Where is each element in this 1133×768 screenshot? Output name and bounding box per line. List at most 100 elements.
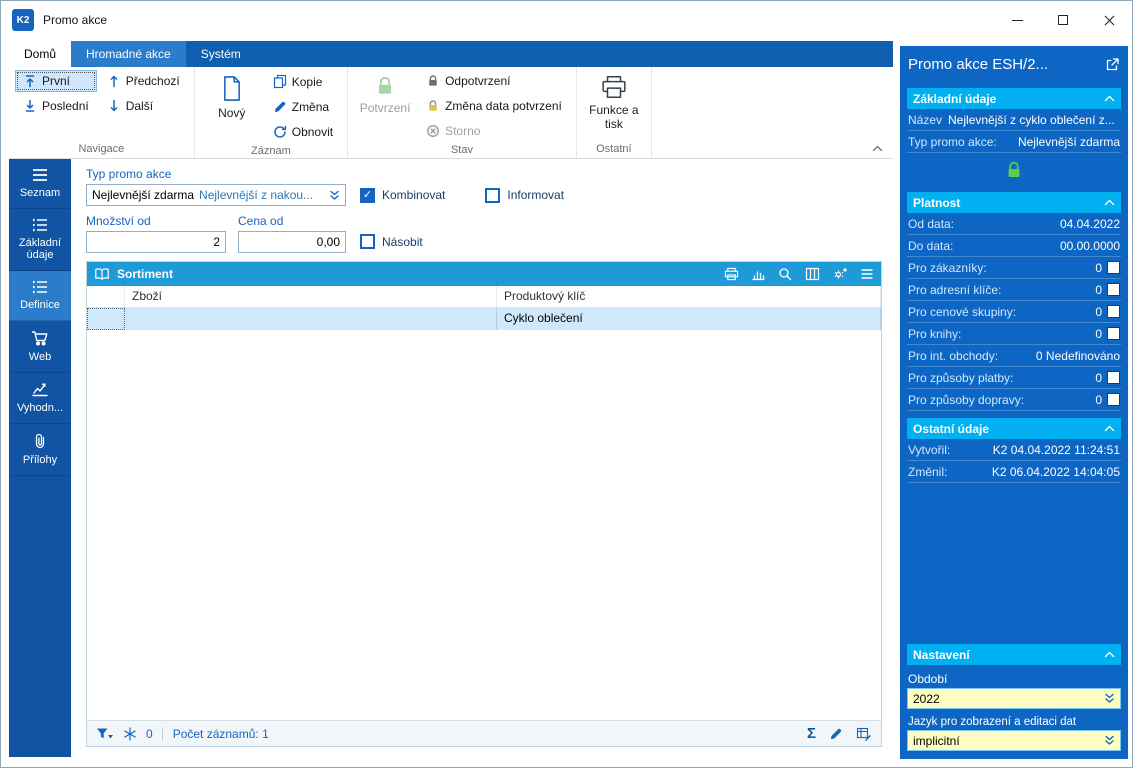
lock-green-icon bbox=[1004, 160, 1024, 180]
sidebar-item-prilohy[interactable]: Přílohy bbox=[9, 424, 71, 476]
edit-pencil-icon[interactable] bbox=[829, 727, 843, 741]
change-button[interactable]: Změna bbox=[265, 96, 341, 118]
jazyk-combo[interactable]: implicitní bbox=[907, 730, 1121, 751]
preview-title-row: Promo akce ESH/2... bbox=[907, 50, 1121, 81]
sum-icon[interactable]: Σ bbox=[807, 726, 816, 741]
window-controls bbox=[994, 1, 1132, 39]
tab-system[interactable]: Systém bbox=[186, 41, 256, 67]
arrow-to-top-icon bbox=[23, 74, 37, 88]
typ-promo-akce-combo[interactable]: Nejlevnější zdarma Nejlevnější z nakou..… bbox=[86, 184, 346, 206]
field-label: Změnil: bbox=[908, 464, 948, 479]
combo-value-detail: Nejlevnější z nakou... bbox=[199, 188, 314, 202]
checkbox[interactable] bbox=[1107, 261, 1120, 274]
sidebar-item-definice[interactable]: Definice bbox=[9, 271, 71, 321]
next-label: Další bbox=[125, 99, 154, 113]
checkbox[interactable] bbox=[1107, 283, 1120, 296]
previous-button[interactable]: Předchozí bbox=[99, 70, 188, 92]
cell-zbozi[interactable] bbox=[125, 308, 497, 330]
functions-print-button[interactable]: Funkce a tisk bbox=[583, 70, 645, 132]
x-circle-icon bbox=[426, 124, 440, 138]
table-row[interactable]: Cyklo oblečení bbox=[87, 308, 881, 330]
lock-yellow-icon bbox=[426, 99, 440, 113]
typ-promo-akce-label: Typ promo akce bbox=[86, 167, 172, 181]
storno-button: Storno bbox=[418, 120, 570, 142]
section-ostatni-udaje[interactable]: Ostatní údaje bbox=[907, 418, 1121, 439]
checkbox[interactable] bbox=[1107, 305, 1120, 318]
refresh-button[interactable]: Obnovit bbox=[265, 121, 341, 143]
printer-icon bbox=[601, 75, 627, 99]
first-button[interactable]: První bbox=[15, 70, 97, 92]
record-count: Počet záznamů: 1 bbox=[161, 726, 269, 741]
row-marker-cell[interactable] bbox=[87, 308, 125, 330]
section-zakladni-udaje[interactable]: Základní údaje bbox=[907, 88, 1121, 109]
nasobit-checkbox[interactable] bbox=[360, 234, 375, 249]
close-button[interactable] bbox=[1086, 1, 1132, 39]
field-do-data: Do data: 00.00.0000 bbox=[907, 235, 1121, 257]
confirm-label: Potvrzení bbox=[359, 101, 411, 115]
field-value: 0 Nedefinováno bbox=[1035, 348, 1120, 363]
last-button[interactable]: Poslední bbox=[15, 95, 97, 117]
section-platnost[interactable]: Platnost bbox=[907, 192, 1121, 213]
bullet-list-icon bbox=[31, 218, 49, 232]
grid-empty-area bbox=[87, 330, 881, 720]
arrow-to-bottom-icon bbox=[23, 99, 37, 113]
section-nastaveni[interactable]: Nastavení bbox=[907, 644, 1121, 665]
new-button[interactable]: Nový bbox=[201, 70, 263, 120]
mnozstvi-od-input[interactable] bbox=[86, 231, 226, 253]
checkbox[interactable] bbox=[1107, 371, 1120, 384]
main-region: Domů Hromadné akce Systém První Poslední bbox=[9, 41, 893, 757]
sidebar-item-seznam[interactable]: Seznam bbox=[9, 159, 71, 209]
print-icon[interactable] bbox=[724, 267, 739, 281]
field-pro-zpusoby-platby: Pro způsoby platby: 0 bbox=[907, 367, 1121, 389]
next-button[interactable]: Další bbox=[99, 95, 188, 117]
unconfirm-button[interactable]: Odpotvrzení bbox=[418, 70, 570, 92]
sidebar-item-web[interactable]: Web bbox=[9, 321, 71, 373]
sidebar-item-vyhodnoceni[interactable]: Vyhodn... bbox=[9, 373, 71, 424]
obdobi-combo[interactable]: 2022 bbox=[907, 688, 1121, 709]
sidebar-item-zakladni-udaje[interactable]: Základní údaje bbox=[9, 209, 71, 271]
menu-icon[interactable] bbox=[860, 268, 874, 280]
checkbox[interactable] bbox=[1107, 327, 1120, 340]
copy-button[interactable]: Kopie bbox=[265, 70, 341, 93]
change-confirm-date-button[interactable]: Změna data potvrzení bbox=[418, 95, 570, 117]
filter-icon[interactable] bbox=[96, 727, 114, 740]
ribbon-group-stav: Potvrzení Odpotvrzení Změna data potvrze… bbox=[348, 67, 577, 158]
combo-value: Nejlevnější zdarma bbox=[92, 188, 195, 202]
chart-icon[interactable] bbox=[751, 267, 766, 281]
field-label: Typ promo akce: bbox=[908, 134, 997, 149]
confirm-button: Potvrzení bbox=[354, 70, 416, 115]
maximize-button[interactable] bbox=[1040, 1, 1086, 39]
field-label: Pro knihy: bbox=[908, 326, 962, 341]
cell-produktovy-klic[interactable]: Cyklo oblečení bbox=[497, 308, 881, 330]
functions-print-label: Funkce a tisk bbox=[589, 103, 639, 132]
unconfirm-label: Odpotvrzení bbox=[445, 74, 511, 88]
copy-icon bbox=[273, 74, 287, 89]
lock-icon bbox=[426, 74, 440, 88]
tab-domu[interactable]: Domů bbox=[9, 41, 72, 67]
field-pro-int-obchody: Pro int. obchody: 0 Nedefinováno bbox=[907, 345, 1121, 367]
cena-od-field: Cena od bbox=[238, 214, 346, 253]
field-value: K2 06.04.2022 14:04:05 bbox=[991, 464, 1120, 479]
tab-hromadne-akce[interactable]: Hromadné akce bbox=[71, 41, 186, 67]
columns-icon[interactable] bbox=[805, 267, 820, 281]
mnozstvi-od-field: Množství od bbox=[86, 214, 226, 253]
field-label: Pro cenové skupiny: bbox=[908, 304, 1017, 319]
settings-icon[interactable] bbox=[832, 267, 848, 281]
informovat-checkbox[interactable] bbox=[485, 187, 501, 203]
cena-od-input[interactable] bbox=[238, 231, 346, 253]
filter-count: 0 bbox=[146, 726, 153, 741]
search-icon[interactable] bbox=[778, 267, 793, 281]
auto-filter-icon[interactable] bbox=[123, 726, 137, 741]
sidebar-item-label: Základní údaje bbox=[18, 237, 62, 261]
minimize-button[interactable] bbox=[994, 1, 1040, 39]
column-header-produktovy-klic[interactable]: Produktový klíč bbox=[497, 286, 881, 307]
column-header-zbozi[interactable]: Zboží bbox=[125, 286, 497, 307]
checkbox[interactable] bbox=[1107, 393, 1120, 406]
open-external-icon[interactable] bbox=[1105, 57, 1120, 72]
sortiment-header: Sortiment bbox=[87, 262, 881, 286]
kombinovat-checkbox[interactable]: ✓ bbox=[360, 187, 375, 203]
collapse-ribbon-button[interactable] bbox=[872, 145, 883, 152]
informovat-label: Informovat bbox=[507, 188, 565, 202]
group-label-ostatni: Ostatní bbox=[596, 143, 632, 155]
bulk-edit-icon[interactable] bbox=[856, 726, 872, 741]
